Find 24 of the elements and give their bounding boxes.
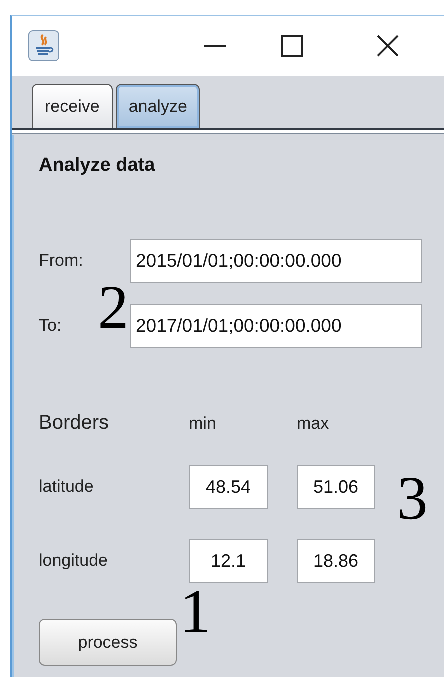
column-header: max	[297, 414, 330, 434]
java-cup-icon	[28, 30, 60, 62]
date-field[interactable]: 2017/01/01;00:00:00.000	[130, 304, 422, 348]
max-field[interactable]: 18.86	[297, 539, 375, 583]
field-label: To:	[39, 316, 63, 336]
close-icon	[377, 35, 399, 57]
annotation-number: 2	[98, 277, 129, 339]
process-button[interactable]: process	[39, 619, 177, 666]
min-field[interactable]: 12.1	[189, 539, 268, 583]
max-field[interactable]: 51.06	[297, 465, 375, 509]
tab[interactable]: analyze	[116, 84, 200, 128]
row-label: longitude	[39, 551, 110, 571]
row-label: latitude	[39, 477, 95, 497]
date-field[interactable]: 2015/01/01;00:00:00.000	[130, 239, 422, 283]
field-label: From:	[39, 251, 84, 271]
section-label: Borders	[39, 412, 110, 435]
maximize-icon	[281, 35, 303, 57]
annotation-number: 3	[397, 468, 428, 530]
tab[interactable]: receive	[32, 84, 113, 128]
panel-title: Analyze data	[39, 155, 156, 177]
min-field[interactable]: 48.54	[189, 465, 268, 509]
column-header: min	[189, 414, 218, 434]
minimize-icon	[204, 44, 226, 48]
annotation-number: 1	[180, 581, 211, 643]
